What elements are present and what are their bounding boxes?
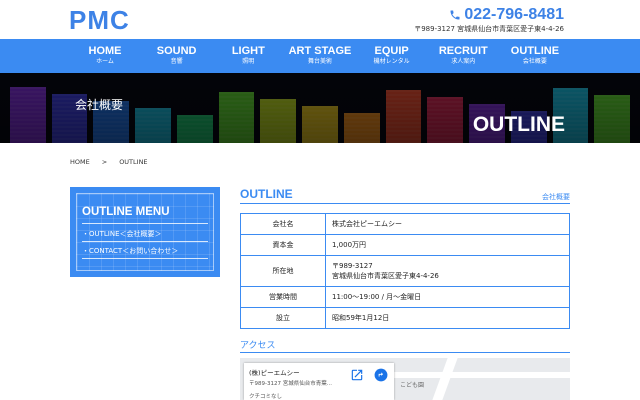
section-divider — [240, 203, 570, 204]
nav-item-sound[interactable]: SOUND 音響 — [142, 45, 212, 73]
directions-icon[interactable] — [374, 368, 388, 382]
nav-item-outline[interactable]: OUTLINE 会社概要 — [500, 45, 570, 73]
row-label: 資本金 — [240, 234, 326, 256]
nav-item-recruit[interactable]: RECRUIT 求人案内 — [428, 45, 498, 73]
nav-sublabel: 求人案内 — [451, 58, 476, 65]
nav-label: HOME — [88, 45, 122, 57]
nav-label: SOUND — [156, 45, 197, 57]
nav-sublabel: 機材レンタル — [373, 58, 410, 65]
row-label: 所在地 — [240, 255, 326, 287]
section-subtitle: 会社概要 — [542, 193, 570, 201]
row-value: 11:00〜19:00 / 月〜金曜日 — [325, 286, 570, 308]
sidebar-link-outline[interactable]: ・OUTLINE＜会社概要＞ — [82, 229, 162, 239]
map-road — [432, 358, 458, 400]
nav-label: LIGHT — [231, 45, 265, 57]
phone-icon — [450, 10, 460, 20]
nav-sublabel: 会社概要 — [522, 58, 547, 65]
sidebar-menu-title: OUTLINE MENU — [82, 206, 170, 218]
nav-sublabel: 舞台美術 — [307, 58, 332, 65]
map-road — [390, 372, 570, 378]
nav-item-home[interactable]: HOME ホーム — [70, 45, 140, 73]
access-heading: アクセス — [240, 341, 276, 351]
row-label: 営業時間 — [240, 286, 326, 308]
postal-code: 〒989-3127 — [332, 262, 373, 270]
map-place-card: (株)ピーエムシー 〒989-3127 宮城県仙台市青葉... クチコミなし — [244, 363, 394, 400]
sidebar-menu: OUTLINE MENU ・OUTLINE＜会社概要＞ ・CONTACT＜お問い… — [70, 187, 220, 277]
open-in-maps-icon[interactable] — [350, 368, 364, 382]
nav-sublabel: 音響 — [170, 58, 183, 65]
nav-sublabel: 照明 — [242, 58, 255, 65]
section-title: OUTLINE — [240, 187, 293, 201]
header-address: 〒989-3127 宮城県仙台市青葉区愛子東4-4-26 — [414, 25, 564, 33]
map-place-address: 〒989-3127 宮城県仙台市青葉... — [249, 381, 332, 387]
site-logo[interactable]: PMC — [69, 5, 130, 36]
hero-title-jp: 会社概要 — [75, 98, 124, 112]
table-row: 設立 昭和59年1月12日 — [240, 307, 570, 329]
street-address: 宮城県仙台市青葉区愛子東4-4-26 — [332, 272, 439, 280]
map-poi-label: こども園 — [400, 382, 425, 389]
breadcrumb-home[interactable]: HOME — [70, 158, 90, 166]
row-value: 株式会社ピーエムシー — [325, 213, 570, 235]
menu-divider — [82, 241, 208, 242]
menu-divider — [82, 258, 208, 259]
nav-label: RECRUIT — [438, 45, 488, 57]
row-label: 会社名 — [240, 213, 326, 235]
google-map-embed[interactable]: こども園 (株)ピーエムシー 〒989-3127 宮城県仙台市青葉... クチコ… — [240, 358, 570, 400]
table-row: 営業時間 11:00〜19:00 / 月〜金曜日 — [240, 286, 570, 308]
hero-title-en: OUTLINE — [472, 113, 565, 136]
nav-item-light[interactable]: LIGHT 照明 — [213, 45, 283, 73]
access-divider — [240, 352, 570, 353]
row-value: 〒989-3127 宮城県仙台市青葉区愛子東4-4-26 — [325, 255, 570, 287]
menu-divider — [82, 223, 208, 224]
sidebar-menu-panel: OUTLINE MENU ・OUTLINE＜会社概要＞ ・CONTACT＜お問い… — [76, 193, 214, 271]
row-label: 設立 — [240, 307, 326, 329]
nav-sublabel: ホーム — [96, 58, 114, 65]
row-value: 1,000万円 — [325, 234, 570, 256]
breadcrumb: HOME > OUTLINE — [70, 158, 148, 166]
table-row: 所在地 〒989-3127 宮城県仙台市青葉区愛子東4-4-26 — [240, 255, 570, 287]
breadcrumb-current: OUTLINE — [119, 158, 148, 166]
nav-item-art-stage[interactable]: ART STAGE 舞台美術 — [285, 45, 355, 73]
main-nav: HOME ホーム SOUND 音響 LIGHT 照明 ART STAGE 舞台美術 EQ… — [0, 39, 640, 73]
nav-item-equip[interactable]: EQUIP 機材レンタル — [357, 45, 427, 73]
table-row: 資本金 1,000万円 — [240, 234, 570, 256]
nav-label: ART STAGE — [288, 45, 352, 57]
hero-banner: 会社概要 OUTLINE — [0, 73, 640, 143]
map-reviews[interactable]: クチコミなし — [249, 392, 389, 400]
map-place-name: (株)ピーエムシー — [249, 369, 300, 377]
company-info-table: 会社名 株式会社ピーエムシー 資本金 1,000万円 所在地 〒989-3127… — [240, 213, 570, 329]
row-value: 昭和59年1月12日 — [325, 307, 570, 329]
breadcrumb-separator: > — [101, 158, 108, 166]
sidebar-link-contact[interactable]: ・CONTACT＜お問い合わせ＞ — [82, 246, 178, 256]
nav-label: OUTLINE — [510, 45, 560, 57]
phone-number[interactable]: 022-796-8481 — [449, 6, 564, 24]
table-row: 会社名 株式会社ピーエムシー — [240, 213, 570, 235]
phone-text: 022-796-8481 — [464, 6, 564, 23]
site-header: PMC 022-796-8481 〒989-3127 宮城県仙台市青葉区愛子東4… — [0, 0, 640, 40]
nav-label: EQUIP — [374, 45, 409, 57]
